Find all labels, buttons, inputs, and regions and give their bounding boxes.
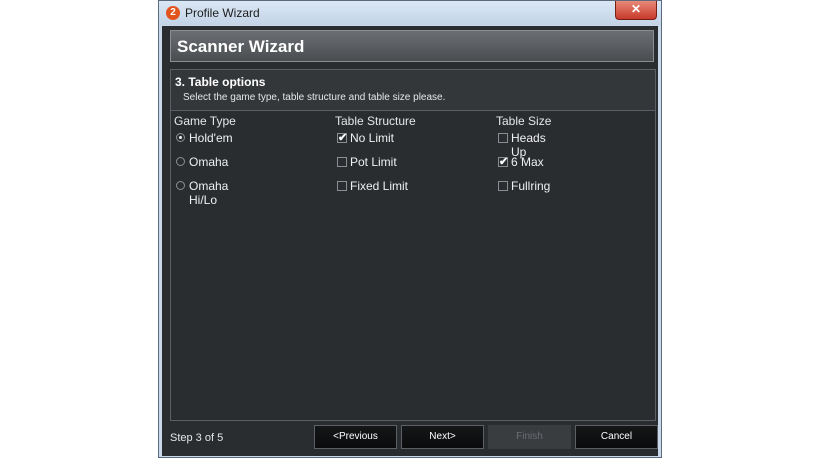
checkbox-fullring[interactable]: Fullring: [496, 178, 551, 202]
checkbox-unchecked-icon[interactable]: [498, 133, 508, 143]
option-label: Omaha: [189, 155, 229, 169]
content-panel: 3. Table options Select the game type, t…: [170, 69, 656, 421]
radio-omaha-hilo[interactable]: Omaha Hi/Lo: [174, 178, 236, 207]
cancel-button[interactable]: Cancel: [575, 425, 658, 449]
wizard-header: Scanner Wizard: [170, 30, 654, 62]
wizard-client-area: Scanner Wizard 3. Table options Select t…: [162, 26, 658, 456]
option-label: Hold'em: [189, 131, 233, 145]
title-bar[interactable]: 2 Profile Wizard ✕: [159, 1, 661, 25]
option-label: No Limit: [350, 131, 395, 145]
game-type-group: Game Type Hold'em Omaha Omaha Hi/Lo: [174, 114, 236, 207]
app-logo-icon: 2: [166, 6, 180, 20]
radio-omaha[interactable]: Omaha: [174, 154, 236, 178]
game-type-header: Game Type: [174, 114, 236, 128]
radio-holdem[interactable]: Hold'em: [174, 130, 236, 154]
checkbox-checked-icon[interactable]: ✔: [337, 133, 347, 144]
radio-unselected-icon[interactable]: [176, 157, 185, 166]
checkbox-fixed-limit[interactable]: Fixed Limit: [335, 178, 416, 202]
option-label: Fullring: [511, 179, 551, 193]
window-title: Profile Wizard: [185, 6, 260, 20]
step-title: 3. Table options: [175, 75, 266, 89]
wizard-title: Scanner Wizard: [177, 37, 305, 56]
radio-selected-icon[interactable]: [176, 133, 185, 142]
checkbox-unchecked-icon[interactable]: [337, 157, 347, 167]
step-indicator: Step 3 of 5: [170, 432, 224, 444]
checkbox-heads-up[interactable]: Heads Up: [496, 130, 551, 159]
checkbox-6-max[interactable]: ✔ 6 Max: [496, 154, 551, 178]
table-size-group: Table Size Heads Up ✔ 6 Max Fullring: [496, 114, 551, 202]
table-structure-header: Table Structure: [335, 114, 416, 128]
step-description: Select the game type, table structure an…: [183, 92, 446, 103]
table-size-header: Table Size: [496, 114, 552, 128]
checkbox-unchecked-icon[interactable]: [337, 181, 347, 191]
radio-unselected-icon[interactable]: [176, 181, 185, 190]
next-button[interactable]: Next>: [401, 425, 484, 449]
checkbox-pot-limit[interactable]: Pot Limit: [335, 154, 416, 178]
checkbox-unchecked-icon[interactable]: [498, 181, 508, 191]
step-info-panel: 3. Table options Select the game type, t…: [171, 70, 655, 111]
profile-wizard-window: 2 Profile Wizard ✕ Scanner Wizard 3. Tab…: [158, 0, 662, 458]
checkbox-no-limit[interactable]: ✔ No Limit: [335, 130, 416, 154]
close-button[interactable]: ✕: [615, 1, 657, 20]
checkbox-checked-icon[interactable]: ✔: [498, 157, 508, 168]
option-label: Pot Limit: [350, 155, 397, 169]
previous-button[interactable]: <Previous: [314, 425, 397, 449]
option-label: Omaha Hi/Lo: [189, 179, 229, 207]
option-label: Fixed Limit: [350, 179, 409, 193]
finish-button: Finish: [488, 425, 571, 449]
option-label: 6 Max: [511, 155, 544, 169]
table-structure-group: Table Structure ✔ No Limit Pot Limit Fix…: [335, 114, 416, 202]
